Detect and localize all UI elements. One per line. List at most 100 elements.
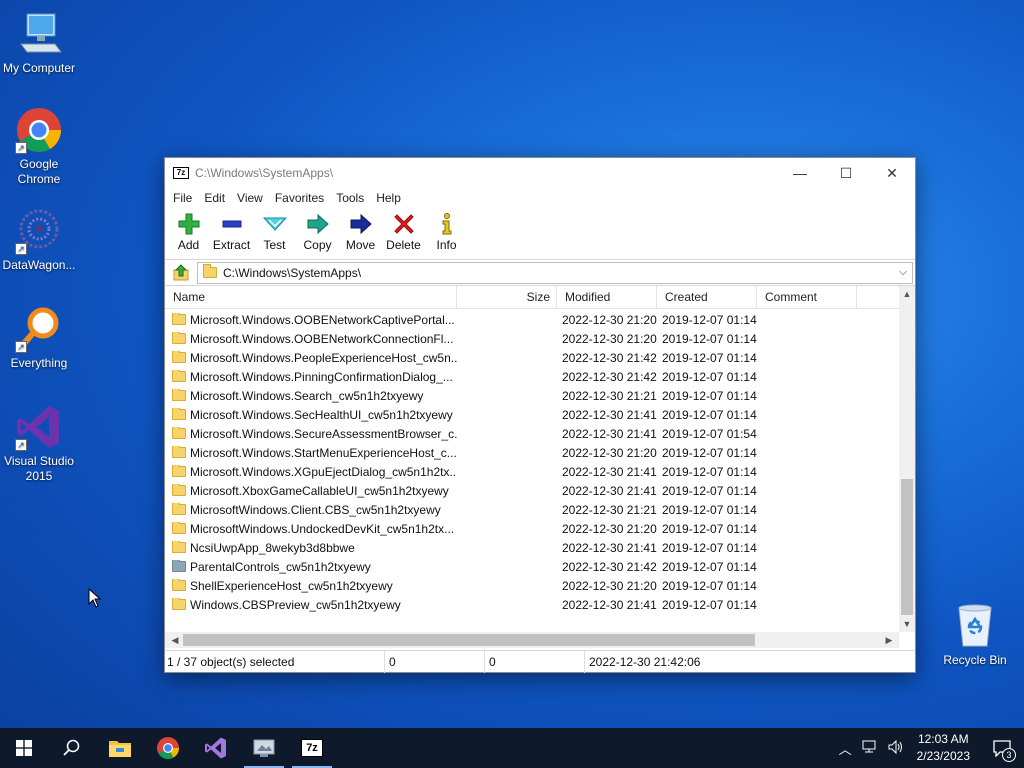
volume-icon[interactable] <box>888 739 904 757</box>
file-row[interactable]: Microsoft.Windows.SecureAssessmentBrowse… <box>165 424 899 443</box>
menu-help[interactable]: Help <box>370 191 407 205</box>
folder-icon <box>172 369 186 382</box>
vertical-scrollbar[interactable]: ▲ ▼ <box>899 286 915 632</box>
desktop-icon-my-computer[interactable]: My Computer <box>0 10 78 76</box>
desktop-icon-recycle-bin[interactable]: Recycle Bin <box>936 602 1014 668</box>
minimize-button[interactable]: — <box>777 158 823 188</box>
scroll-up-icon[interactable]: ▲ <box>899 286 915 302</box>
file-name: Windows.CBSPreview_cw5n1h2txyewy <box>190 597 401 612</box>
file-created: 2019-12-07 01:14 <box>662 502 757 517</box>
horizontal-scrollbar[interactable]: ◀ ▶ <box>165 632 899 648</box>
file-row[interactable]: Microsoft.XboxGameCallableUI_cw5n1h2txye… <box>165 481 899 500</box>
7zip-icon: 7z <box>301 739 323 757</box>
menu-favorites[interactable]: Favorites <box>269 191 330 205</box>
visual-studio-icon <box>205 737 226 759</box>
file-name-cell: Microsoft.Windows.PeopleExperienceHost_c… <box>165 350 457 365</box>
file-name-cell: Windows.CBSPreview_cw5n1h2txyewy <box>165 597 457 612</box>
desktop-icon-label: Google Chrome <box>17 157 61 186</box>
folder-icon <box>172 502 186 515</box>
file-name-cell: ParentalControls_cw5n1h2txyewy <box>165 559 457 574</box>
move-button[interactable]: Move <box>339 212 382 252</box>
add-button[interactable]: Add <box>167 212 210 252</box>
file-name-cell: Microsoft.XboxGameCallableUI_cw5n1h2txye… <box>165 483 457 498</box>
folder-icon <box>172 426 186 439</box>
file-row[interactable]: Windows.CBSPreview_cw5n1h2txyewy 2022-12-… <box>165 595 899 614</box>
file-row[interactable]: Microsoft.Windows.OOBENetworkConnectionF… <box>165 329 899 348</box>
folder-icon <box>172 464 186 477</box>
file-row[interactable]: ShellExperienceHost_cw5n1h2txyewy 2022-12… <box>165 576 899 595</box>
chrome-icon <box>157 737 179 759</box>
column-header-name[interactable]: Name <box>165 285 457 309</box>
extract-button[interactable]: Extract <box>210 212 253 252</box>
file-created: 2019-12-07 01:14 <box>662 331 757 346</box>
menu-view[interactable]: View <box>231 191 269 205</box>
file-row[interactable]: Microsoft.Windows.PinningConfirmationDia… <box>165 367 899 386</box>
address-field[interactable]: C:\Windows\SystemApps\ ⌵ <box>197 261 913 284</box>
file-modified: 2022-12-30 21:42 <box>562 559 657 574</box>
menu-edit[interactable]: Edit <box>198 191 231 205</box>
desktop-icon-label: Everything <box>10 356 68 370</box>
shortcut-arrow-icon: ↗ <box>15 439 27 451</box>
menu-file[interactable]: File <box>167 191 198 205</box>
taskbar-chrome[interactable] <box>144 728 192 768</box>
taskbar-visual-studio[interactable] <box>192 728 240 768</box>
scroll-left-icon[interactable]: ◀ <box>167 632 183 648</box>
info-button[interactable]: Info <box>425 212 468 252</box>
file-name-cell: Microsoft.Windows.PinningConfirmationDia… <box>165 369 457 384</box>
desktop-icon-everything[interactable]: ↗ Everything <box>0 305 78 371</box>
file-modified: 2022-12-30 21:41 <box>562 426 657 441</box>
taskbar-7zip[interactable]: 7z <box>288 728 336 768</box>
file-name: MicrosoftWindows.UndockedDevKit_cw5n1h2t… <box>190 521 455 536</box>
file-name-cell: MicrosoftWindows.UndockedDevKit_cw5n1h2t… <box>165 521 457 536</box>
search-button[interactable] <box>48 728 96 768</box>
menu-tools[interactable]: Tools <box>330 191 370 205</box>
file-modified: 2022-12-30 21:41 <box>562 407 657 422</box>
up-folder-icon <box>173 263 189 280</box>
horizontal-scroll-thumb[interactable] <box>183 634 755 646</box>
copy-button[interactable]: Copy <box>296 212 339 252</box>
desktop-icon-chrome[interactable]: ↗ Google Chrome <box>0 106 78 187</box>
system-tray: ︿ 12:03 AM 2/23/2023 3 <box>834 728 1024 768</box>
toolbar: Add Extract Test Copy Move Delete Info <box>165 208 915 260</box>
desktop-icon-label: Recycle Bin <box>943 653 1007 667</box>
notification-center-button[interactable]: 3 <box>980 728 1024 768</box>
maximize-button[interactable]: ☐ <box>823 158 869 188</box>
column-header-modified[interactable]: Modified <box>557 285 657 309</box>
close-button[interactable]: ✕ <box>869 158 915 188</box>
file-row[interactable]: Microsoft.Windows.Search_cw5n1h2txyewy 20… <box>165 386 899 405</box>
scroll-down-icon[interactable]: ▼ <box>899 616 915 632</box>
chevron-down-icon[interactable]: ⌵ <box>894 266 912 279</box>
add-plus-icon <box>167 212 210 236</box>
file-row[interactable]: Microsoft.Windows.StartMenuExperienceHos… <box>165 443 899 462</box>
file-row[interactable]: ParentalControls_cw5n1h2txyewy 2022-12-30… <box>165 557 899 576</box>
clock[interactable]: 12:03 AM 2/23/2023 <box>917 731 970 765</box>
file-row[interactable]: NcsiUwpApp_8wekyb3d8bbwe 2022-12-30 21:41… <box>165 538 899 557</box>
desktop-icon-visual-studio[interactable]: ↗ Visual Studio 2015 <box>0 403 78 484</box>
column-header-created[interactable]: Created <box>657 285 757 309</box>
file-row[interactable]: MicrosoftWindows.UndockedDevKit_cw5n1h2t… <box>165 519 899 538</box>
file-row[interactable]: Microsoft.Windows.OOBENetworkCaptivePort… <box>165 310 899 329</box>
mouse-cursor-icon <box>88 588 102 608</box>
file-name: Microsoft.Windows.SecHealthUI_cw5n1h2txy… <box>190 407 453 422</box>
file-row[interactable]: MicrosoftWindows.Client.CBS_cw5n1h2txyew… <box>165 500 899 519</box>
scroll-right-icon[interactable]: ▶ <box>881 632 897 648</box>
taskbar-file-explorer[interactable] <box>96 728 144 768</box>
up-folder-button[interactable] <box>165 260 197 286</box>
chevron-up-icon[interactable]: ︿ <box>839 739 852 758</box>
test-check-icon <box>253 212 296 236</box>
column-header-comment[interactable]: Comment <box>757 285 857 309</box>
taskbar-screenshot-tool[interactable] <box>240 728 288 768</box>
network-icon[interactable] <box>862 740 878 757</box>
start-button[interactable] <box>0 728 48 768</box>
desktop-icon-datawagon[interactable]: ↗ DataWagon... <box>0 207 78 273</box>
test-button[interactable]: Test <box>253 212 296 252</box>
file-created: 2019-12-07 01:14 <box>662 350 757 365</box>
file-row[interactable]: Microsoft.Windows.XGpuEjectDialog_cw5n1h… <box>165 462 899 481</box>
column-header-size[interactable]: Size <box>457 285 557 309</box>
file-row[interactable]: Microsoft.Windows.PeopleExperienceHost_c… <box>165 348 899 367</box>
file-name-cell: Microsoft.Windows.Search_cw5n1h2txyewy <box>165 388 457 403</box>
delete-button[interactable]: Delete <box>382 212 425 252</box>
file-row[interactable]: Microsoft.Windows.SecHealthUI_cw5n1h2txy… <box>165 405 899 424</box>
vertical-scroll-thumb[interactable] <box>901 479 913 615</box>
title-bar[interactable]: 7z C:\Windows\SystemApps\ — ☐ ✕ <box>165 158 915 188</box>
